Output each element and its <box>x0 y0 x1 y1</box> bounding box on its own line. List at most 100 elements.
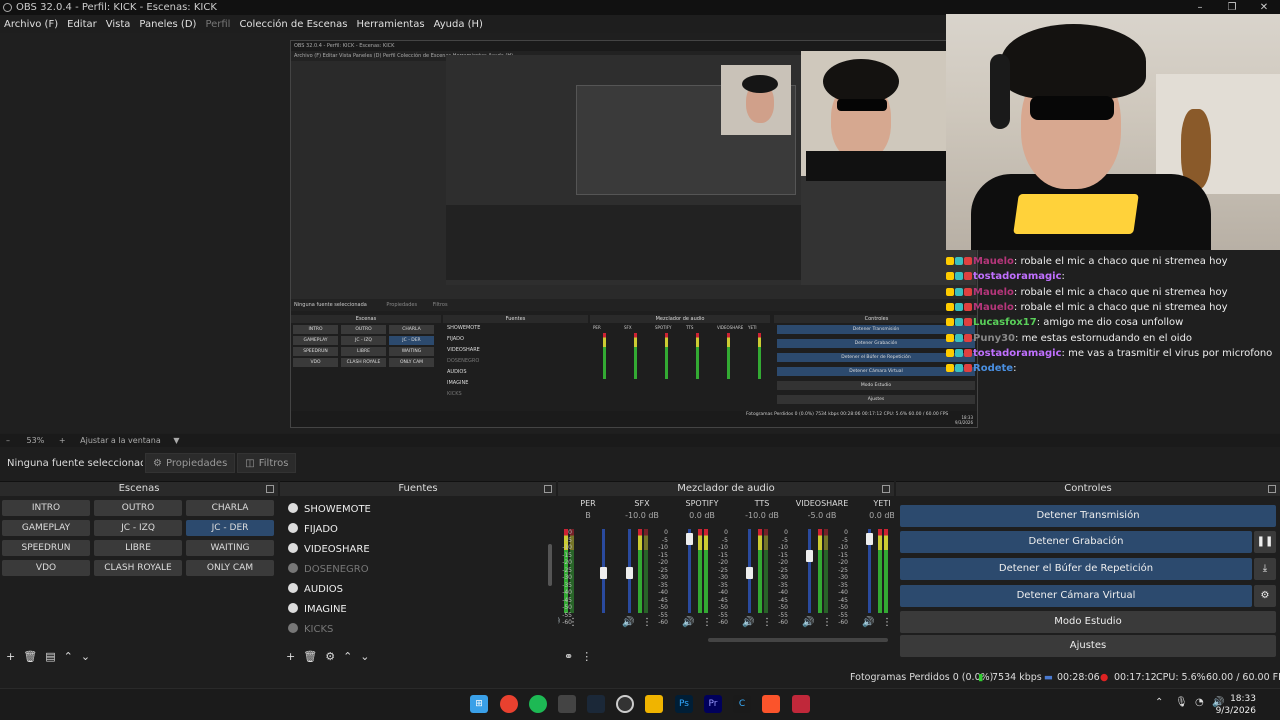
stop-virtual-camera-button[interactable]: Detener Cámara Virtual <box>900 585 1252 607</box>
scene-button[interactable]: INTRO <box>2 500 90 516</box>
maximize-button[interactable]: ❐ <box>1216 0 1248 15</box>
gear-icon[interactable]: ⚙ <box>325 650 335 663</box>
speaker-icon[interactable]: 🔊 <box>558 617 560 628</box>
save-replay-icon[interactable]: ⤓ <box>1254 558 1276 580</box>
scale-tick: -10 <box>778 544 788 551</box>
add-icon[interactable]: + <box>6 650 15 663</box>
discord-icon[interactable] <box>558 695 576 713</box>
sources-scrollbar[interactable] <box>548 544 552 586</box>
scale-tick: -30 <box>718 574 728 581</box>
undock-icon[interactable] <box>882 485 890 493</box>
speaker-icon[interactable]: 🔊 <box>682 617 694 628</box>
scene-button[interactable]: OUTRO <box>94 500 182 516</box>
scene-button[interactable]: JC - IZQ <box>94 520 182 536</box>
brave-icon[interactable] <box>762 695 780 713</box>
stop-replay-buffer-button[interactable]: Detener el Búfer de Repetición <box>900 558 1252 580</box>
obs-icon[interactable] <box>616 695 634 713</box>
virtual-camera-settings-icon[interactable]: ⚙ <box>1254 585 1276 607</box>
capture-source: AUDIOS <box>447 369 467 375</box>
studio-mode-button[interactable]: Modo Estudio <box>900 611 1276 633</box>
undock-icon[interactable] <box>266 485 274 493</box>
close-button[interactable]: ✕ <box>1248 0 1280 15</box>
menu-herramientas[interactable]: Herramientas <box>356 19 424 30</box>
spotify-icon[interactable] <box>529 695 547 713</box>
scene-button[interactable]: JC - DER <box>186 520 274 536</box>
undock-icon[interactable] <box>1268 485 1276 493</box>
fader-knob[interactable] <box>686 533 693 546</box>
chevron-up-icon[interactable]: ⌃ <box>64 650 73 663</box>
mixer-scrollbar[interactable] <box>708 638 888 642</box>
channel-menu-icon[interactable]: ⋮ <box>702 617 712 628</box>
app-icon[interactable] <box>792 695 810 713</box>
ccleaner-icon[interactable]: C <box>733 695 751 713</box>
scene-button[interactable]: CLASH ROYALE <box>94 560 182 576</box>
scene-button[interactable]: SPEEDRUN <box>2 540 90 556</box>
source-label: SHOWEMOTE <box>304 504 371 515</box>
fader-knob[interactable] <box>806 550 813 562</box>
speaker-icon[interactable]: 🔊 <box>622 617 634 628</box>
fader-knob[interactable] <box>600 566 607 579</box>
chevron-down-icon[interactable]: ⌄ <box>81 650 90 663</box>
chrome-icon[interactable] <box>500 695 518 713</box>
menu-archivo[interactable]: Archivo (F) <box>4 19 58 30</box>
capture-scene: INTRO <box>293 325 338 334</box>
speaker-icon[interactable]: 🔊 <box>802 617 814 628</box>
scene-button[interactable]: ONLY CAM <box>186 560 274 576</box>
windows-start-icon[interactable]: ⊞ <box>470 695 488 713</box>
zoom-dropdown-icon[interactable]: ▼ <box>173 436 179 445</box>
speaker-icon[interactable]: 🔊 <box>862 617 874 628</box>
filters-button[interactable]: ◫ Filtros <box>237 453 297 473</box>
premiere-icon[interactable]: Pr <box>704 695 722 713</box>
undock-icon[interactable] <box>544 485 552 493</box>
stop-recording-button[interactable]: Detener Grabación <box>900 531 1252 553</box>
add-icon[interactable]: + <box>286 650 295 663</box>
scene-button[interactable]: GAMEPLAY <box>2 520 90 536</box>
zoom-out-button[interactable]: – <box>6 436 10 445</box>
chat-badge-icon <box>946 333 954 342</box>
properties-button[interactable]: ⚙ Propiedades <box>145 453 236 473</box>
wifi-icon[interactable]: ◔ <box>1195 697 1204 708</box>
chat-text: : amigo me dio cosa unfollow <box>1036 317 1184 329</box>
menu-editar[interactable]: Editar <box>67 19 97 30</box>
channel-menu-icon[interactable]: ⋮ <box>642 617 652 628</box>
trash-icon[interactable]: 🗑 <box>303 650 317 663</box>
channel-menu-icon[interactable]: ⋮ <box>882 617 892 628</box>
minimize-button[interactable]: – <box>1184 0 1216 15</box>
scene-button[interactable]: LIBRE <box>94 540 182 556</box>
fader-knob[interactable] <box>626 566 633 579</box>
chevron-down-icon[interactable]: ⌄ <box>360 650 369 663</box>
more-icon[interactable]: ⋮ <box>581 650 592 663</box>
tray-chevron-icon[interactable]: ⌃ <box>1155 697 1163 708</box>
menu-coleccion[interactable]: Colección de Escenas <box>239 19 347 30</box>
speaker-icon[interactable]: 🔊 <box>742 617 754 628</box>
folder-icon[interactable] <box>645 695 663 713</box>
chat-text: : me vas a trasmitir el virus por microf… <box>1061 347 1273 359</box>
chevron-up-icon[interactable]: ⌃ <box>343 650 352 663</box>
scene-button[interactable]: VDO <box>2 560 90 576</box>
pause-icon[interactable]: ❚❚ <box>1254 531 1276 553</box>
channel-menu-icon[interactable]: ⋮ <box>762 617 772 628</box>
volume-fader[interactable] <box>808 529 811 613</box>
zoom-fit-option[interactable]: Ajustar a la ventana <box>80 436 161 445</box>
menu-ayuda[interactable]: Ayuda (H) <box>434 19 483 30</box>
microphone-icon[interactable]: 🎙 <box>1175 697 1188 708</box>
stop-stream-button[interactable]: Detener Transmisión <box>900 505 1276 527</box>
scene-button[interactable]: CHARLA <box>186 500 274 516</box>
fader-knob[interactable] <box>746 566 753 579</box>
trash-icon[interactable]: 🗑 <box>23 650 37 663</box>
settings-button[interactable]: Ajustes <box>900 635 1276 657</box>
channel-menu-icon[interactable]: ⋮ <box>822 617 832 628</box>
menu-paneles[interactable]: Paneles (D) <box>139 19 196 30</box>
menu-vista[interactable]: Vista <box>106 19 131 30</box>
scene-filters-icon[interactable]: ▤ <box>45 650 55 663</box>
menu-perfil[interactable]: Perfil <box>205 19 230 30</box>
link-icon[interactable]: ⚭ <box>564 650 573 663</box>
photoshop-icon[interactable]: Ps <box>675 695 693 713</box>
channel-menu-icon[interactable]: ⋮ <box>568 617 578 628</box>
chat-message: Mauelo: robale el mic a chaco que ni str… <box>946 255 1227 269</box>
scene-button[interactable]: WAITING <box>186 540 274 556</box>
clock[interactable]: 18:33 9/3/2026 <box>1216 693 1256 717</box>
steam-icon[interactable] <box>587 695 605 713</box>
fader-knob[interactable] <box>866 533 873 546</box>
zoom-in-button[interactable]: + <box>59 436 66 445</box>
